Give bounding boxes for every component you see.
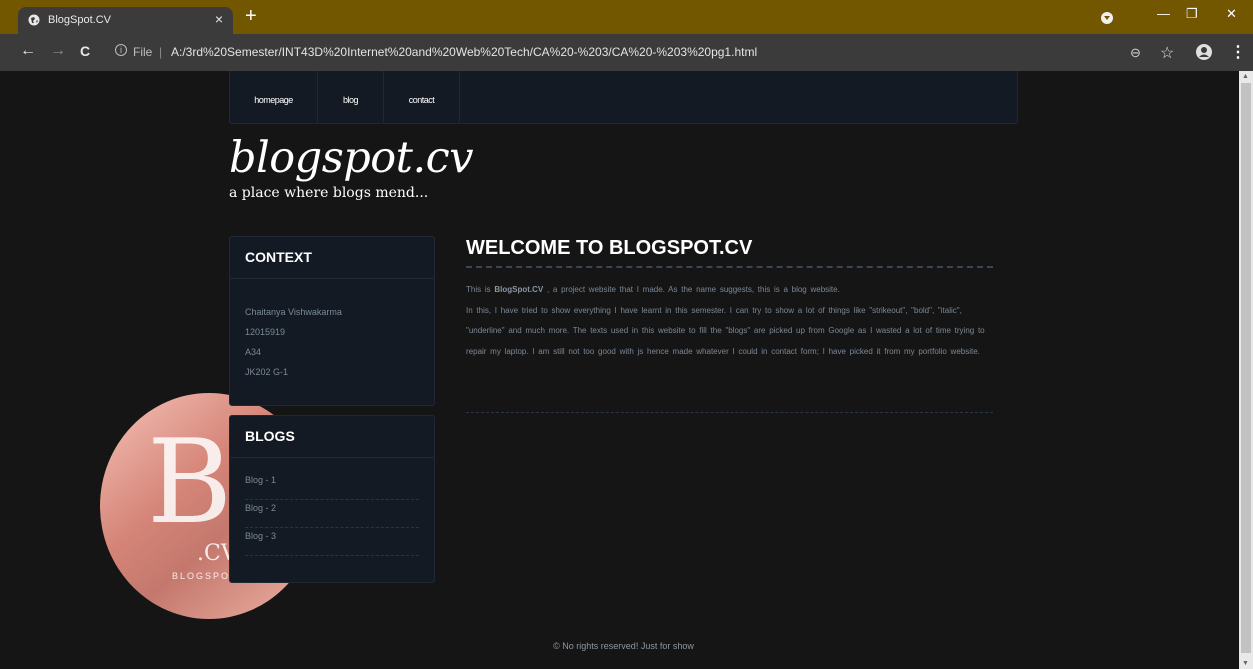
scroll-down-icon[interactable]: ▼ [1242,660,1249,667]
page-scrollbar[interactable]: ▲ ▼ [1239,71,1253,669]
blogs-heading: BLOGS [230,416,434,458]
context-line: A34 [245,347,262,357]
welcome-heading: WELCOME TO BLOGSPOT.CV [466,237,753,259]
heading-divider [466,266,993,268]
logo-wordmark: BLOGSPOT [172,571,238,581]
new-tab-icon[interactable]: + [245,6,257,26]
forward-icon[interactable]: → [50,43,66,59]
minimize-icon[interactable]: — [1157,6,1170,21]
intro-text-after: , a project website that I made. As the … [543,285,840,294]
back-icon[interactable]: ← [20,43,36,59]
context-line: JK202 G-1 [245,367,289,377]
browser-menu-icon[interactable]: ⋮ [1230,42,1246,62]
browser-tab[interactable]: BlogSpot.CV × [18,7,233,34]
intro-paragraph: This is BlogSpot.CV , a project website … [466,280,993,301]
address-bar[interactable]: i File | A:/3rd%20Semester/INT43D%20Inte… [105,39,1195,65]
body-paragraph: In this, I have tried to show everything… [466,305,985,356]
reload-icon[interactable]: C [80,43,90,59]
profile-avatar-icon[interactable] [1196,44,1212,60]
globe-icon [28,14,40,26]
blogs-card: BLOGS Blog - 1 Blog - 2 Blog - 3 [229,415,435,583]
address-separator: | [159,45,163,59]
file-label: File [133,45,153,59]
context-line: 12015919 [245,327,286,337]
blog-link-3[interactable]: Blog - 3 [245,528,419,556]
nav-contact-link[interactable]: contact [384,71,460,123]
tab-strip: BlogSpot.CV × + — ❐ ✕ [0,0,1253,34]
context-heading: CONTEXT [230,237,434,279]
tab-search-icon[interactable] [1101,12,1113,24]
nav-blog-link[interactable]: blog [318,71,384,123]
context-card: CONTEXT Chaitanya Vishwakarma 12015919 A… [229,236,435,406]
site-tagline: a place where blogs mend... [229,185,429,201]
context-line: Chaitanya Vishwakarma [245,307,342,317]
scroll-up-icon[interactable]: ▲ [1242,73,1249,80]
content-divider [466,412,993,413]
footer-text: © No rights reserved! Just for show [553,641,694,651]
close-window-icon[interactable]: ✕ [1226,6,1237,22]
blog-link-1[interactable]: Blog - 1 [245,472,419,500]
zoom-icon[interactable]: ⊖ [1130,45,1141,61]
main-content: WELCOME TO BLOGSPOT.CV This is BlogSpot.… [466,236,993,413]
site-title: blogspot.cv [229,133,474,183]
tab-title: BlogSpot.CV [48,14,111,26]
scrollbar-thumb[interactable] [1241,83,1251,653]
page-viewport: homepage blog contact blogspot.cv a plac… [8,71,1239,669]
browser-toolbar: ← → C i File | A:/3rd%20Semester/INT43D%… [0,34,1253,71]
url-text[interactable]: A:/3rd%20Semester/INT43D%20Internet%20an… [171,45,757,59]
intro-text-before: This is [466,285,495,294]
close-tab-icon[interactable]: × [215,11,223,27]
info-icon[interactable]: i [115,44,127,56]
blog-link-2[interactable]: Blog - 2 [245,500,419,528]
intro-site-name: BlogSpot.CV [494,285,544,294]
bookmark-star-icon[interactable]: ☆ [1160,43,1174,63]
nav-homepage-link[interactable]: homepage [230,71,318,123]
site-navbar: homepage blog contact [229,71,1018,124]
restore-icon[interactable]: ❐ [1186,6,1198,22]
